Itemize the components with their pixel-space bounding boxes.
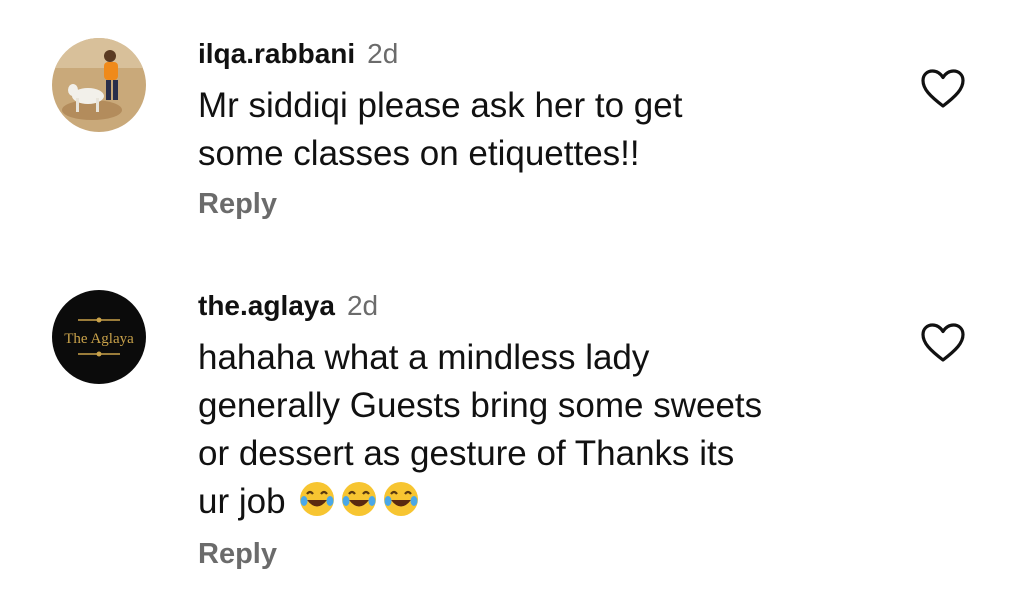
avatar[interactable]: The Aglaya	[52, 290, 146, 384]
reply-button[interactable]: Reply	[198, 188, 277, 221]
avatar-logo-text: The Aglaya	[64, 331, 134, 347]
heart-outline-icon[interactable]	[920, 68, 966, 110]
comment-line: Mr siddiqi please ask her to get	[198, 86, 683, 125]
comment-text: Mr siddiqi please ask her to get some cl…	[198, 82, 878, 178]
comment-line: or dessert as gesture of Thanks its	[198, 434, 735, 473]
comment-line: hahaha what a mindless lady	[198, 338, 650, 377]
laughing-emoji-icon	[339, 479, 379, 532]
comment-line: generally Guests bring some sweets	[198, 386, 763, 425]
laughing-emoji-icon	[297, 479, 337, 532]
heart-outline-icon[interactable]	[920, 322, 966, 364]
comment-line: ur job	[198, 482, 286, 521]
timestamp: 2d	[367, 38, 399, 69]
comment-line-with-emoji: ur job	[198, 478, 878, 532]
comment-text: hahaha what a mindless lady generally Gu…	[198, 334, 878, 532]
laughing-emoji-icon	[381, 479, 421, 532]
avatar[interactable]	[52, 38, 146, 132]
reply-button[interactable]: Reply	[198, 538, 277, 571]
comment-line: some classes on etiquettes!!	[198, 134, 640, 173]
username[interactable]: ilqa.rabbani	[198, 38, 355, 70]
username[interactable]: the.aglaya	[198, 290, 335, 322]
timestamp: 2d	[346, 290, 379, 321]
